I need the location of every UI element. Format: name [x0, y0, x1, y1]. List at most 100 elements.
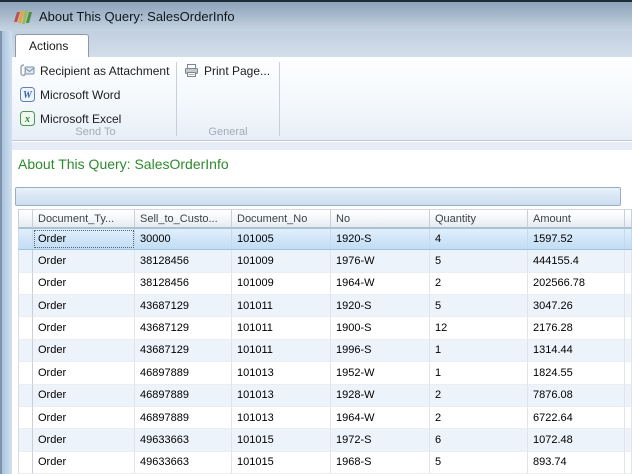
- table-cell[interactable]: 43687129: [135, 340, 232, 362]
- table-cell[interactable]: Order: [33, 295, 135, 317]
- table-cell[interactable]: 5: [430, 452, 528, 474]
- table-cell[interactable]: 1314.44: [528, 340, 625, 362]
- table-cell[interactable]: 101011: [232, 340, 331, 362]
- table-cell[interactable]: 101009: [232, 250, 331, 272]
- table-cell[interactable]: 38128456: [135, 273, 232, 295]
- microsoft-word-button[interactable]: W Microsoft Word: [20, 87, 120, 102]
- table-cell[interactable]: Order: [33, 317, 135, 339]
- table-row[interactable]: Order436871291010111920-S53047.26: [18, 295, 632, 317]
- table-cell[interactable]: Order: [33, 273, 135, 295]
- table-cell[interactable]: 2: [430, 273, 528, 295]
- recipient-as-attachment-button[interactable]: Recipient as Attachment: [20, 63, 169, 78]
- table-row[interactable]: Order496336631010151968-S5893.74: [18, 452, 632, 474]
- table-cell[interactable]: Order: [33, 385, 135, 407]
- table-cell[interactable]: 5: [430, 250, 528, 272]
- table-cell[interactable]: 2: [430, 407, 528, 429]
- table-cell[interactable]: 46897889: [135, 362, 232, 384]
- filter-bar[interactable]: [15, 187, 621, 206]
- column-header[interactable]: Document_No: [232, 209, 331, 228]
- table-row[interactable]: Order436871291010111900-S122176.28: [18, 317, 632, 339]
- table-cell[interactable]: 1900-S: [331, 317, 430, 339]
- table-cell[interactable]: 101011: [232, 317, 331, 339]
- table-cell[interactable]: 49633663: [135, 429, 232, 451]
- table-cell[interactable]: 1996-S: [331, 340, 430, 362]
- table-row[interactable]: Order300001010051920-S41597.52: [18, 228, 632, 250]
- table-cell[interactable]: Order: [33, 250, 135, 272]
- table-cell[interactable]: Order: [33, 429, 135, 451]
- table-cell[interactable]: 101015: [232, 429, 331, 451]
- row-indicator: [18, 250, 33, 272]
- table-row[interactable]: Order468978891010131964-W26722.64: [18, 407, 632, 429]
- table-cell[interactable]: 2: [430, 385, 528, 407]
- button-label: Print Page...: [204, 64, 270, 78]
- table-cell[interactable]: 1920-S: [331, 229, 430, 249]
- table-cell[interactable]: 5: [430, 295, 528, 317]
- column-header[interactable]: Quantity: [430, 209, 528, 228]
- table-cell[interactable]: 46897889: [135, 385, 232, 407]
- table-cell[interactable]: 1597.52: [528, 229, 625, 249]
- titlebar[interactable]: About This Query: SalesOrderInfo: [0, 0, 632, 31]
- table-cell[interactable]: 1964-W: [331, 273, 430, 295]
- table-cell[interactable]: 6: [430, 429, 528, 451]
- column-header[interactable]: No: [331, 209, 430, 228]
- table-cell[interactable]: 2176.28: [528, 317, 625, 339]
- table-row[interactable]: Order468978891010131928-W27876.08: [18, 385, 632, 407]
- table-cell[interactable]: 1824.55: [528, 362, 625, 384]
- table-cell[interactable]: 49633663: [135, 452, 232, 474]
- table-cell[interactable]: 46897889: [135, 407, 232, 429]
- table-cell[interactable]: 101013: [232, 362, 331, 384]
- table-cell[interactable]: 3047.26: [528, 295, 625, 317]
- table-cell[interactable]: 12: [430, 317, 528, 339]
- table-cell[interactable]: 1928-W: [331, 385, 430, 407]
- row-indicator: [18, 385, 33, 407]
- table-row[interactable]: Order381284561010091964-W2202566.78: [18, 273, 632, 295]
- table-row[interactable]: Order381284561010091976-W5444155.4: [18, 250, 632, 272]
- table-cell[interactable]: 43687129: [135, 317, 232, 339]
- table-cell[interactable]: Order: [33, 407, 135, 429]
- microsoft-excel-button[interactable]: x Microsoft Excel: [20, 111, 121, 126]
- column-header[interactable]: Amount: [528, 209, 625, 228]
- table-cell[interactable]: Order: [33, 229, 135, 249]
- table-cell[interactable]: 43687129: [135, 295, 232, 317]
- table-cell[interactable]: 7876.08: [528, 385, 625, 407]
- table-cell[interactable]: Order: [33, 340, 135, 362]
- table-cell[interactable]: 1972-S: [331, 429, 430, 451]
- table-cell[interactable]: 101005: [232, 229, 331, 249]
- row-indicator: [18, 317, 33, 339]
- table-row[interactable]: Order436871291010111996-S11314.44: [18, 340, 632, 362]
- row-indicator-header: [18, 209, 33, 228]
- table-cell[interactable]: 1: [430, 362, 528, 384]
- column-header[interactable]: Document_Ty...: [33, 209, 135, 228]
- table-cell[interactable]: Order: [33, 362, 135, 384]
- table-cell[interactable]: 1952-W: [331, 362, 430, 384]
- table-cell[interactable]: 101013: [232, 385, 331, 407]
- table-cell[interactable]: 1964-W: [331, 407, 430, 429]
- table-row[interactable]: Order468978891010131952-W11824.55: [18, 362, 632, 384]
- window-title: About This Query: SalesOrderInfo: [39, 9, 235, 24]
- table-cell[interactable]: 6722.64: [528, 407, 625, 429]
- column-header[interactable]: Sell_to_Custo...: [135, 209, 232, 228]
- table-cell[interactable]: Order: [33, 452, 135, 474]
- table-cell[interactable]: 444155.4: [528, 250, 625, 272]
- attachment-icon: [20, 63, 35, 78]
- table-cell[interactable]: 101011: [232, 295, 331, 317]
- table-cell[interactable]: 101013: [232, 407, 331, 429]
- table-cell[interactable]: 30000: [135, 229, 232, 249]
- table-cell[interactable]: 101015: [232, 452, 331, 474]
- table-cell[interactable]: 38128456: [135, 250, 232, 272]
- table-cell[interactable]: 1976-W: [331, 250, 430, 272]
- table-cell[interactable]: 893.74: [528, 452, 625, 474]
- table-row[interactable]: Order496336631010151972-S61072.48: [18, 429, 632, 451]
- row-indicator: [18, 429, 33, 451]
- table-cell[interactable]: 1920-S: [331, 295, 430, 317]
- table-cell[interactable]: 202566.78: [528, 273, 625, 295]
- table-cell[interactable]: 1: [430, 340, 528, 362]
- table-cell[interactable]: 1968-S: [331, 452, 430, 474]
- table-cell[interactable]: 101009: [232, 273, 331, 295]
- tab-actions[interactable]: Actions: [15, 34, 89, 57]
- table-cell[interactable]: 1072.48: [528, 429, 625, 451]
- ribbon-group-send-to: Recipient as Attachment W Microsoft Word…: [15, 57, 176, 141]
- table-cell-stub: [625, 317, 632, 339]
- print-page-button[interactable]: Print Page...: [184, 63, 270, 78]
- table-cell[interactable]: 4: [430, 229, 528, 249]
